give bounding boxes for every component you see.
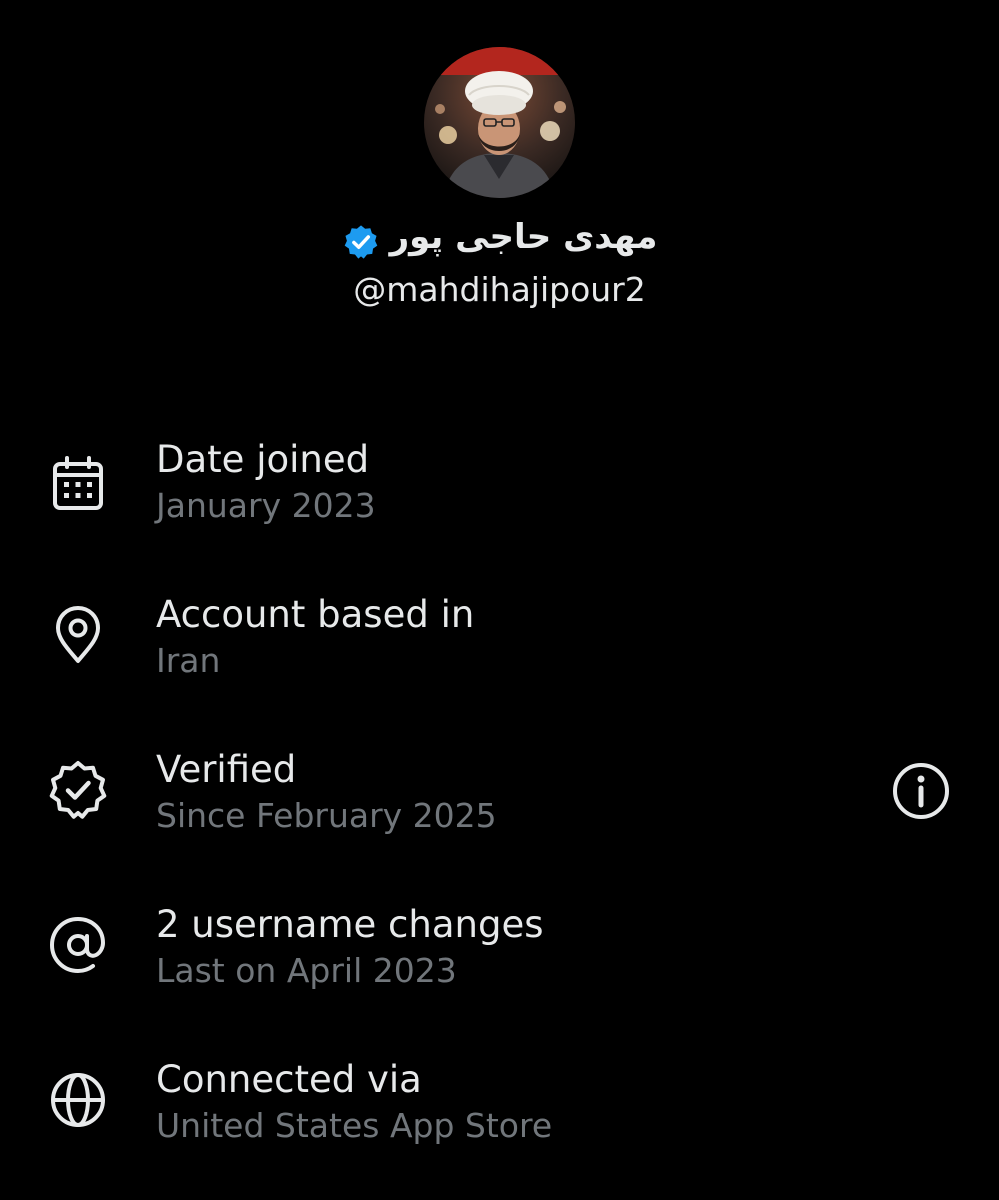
info-icon[interactable] [890,760,952,822]
name-row: مهدی حاجی پور [0,212,999,262]
info-subtitle: United States App Store [156,1106,553,1145]
info-subtitle: Since February 2025 [156,796,497,835]
profile-header: مهدی حاجی پور @mahdihajipour2 [0,0,999,330]
info-row-connected-via: Connected via United States App Store [0,1058,999,1168]
info-row-date-joined: Date joined January 2023 [0,438,999,548]
info-row-verified: Verified Since February 2025 [0,748,999,858]
info-title: Date joined [156,438,370,481]
display-name: مهدی حاجی پور [389,217,658,257]
info-title: Account based in [156,593,475,636]
username-handle: @mahdihajipour2 [353,270,646,309]
info-row-account-based-in: Account based in Iran [0,593,999,703]
info-title: Connected via [156,1058,422,1101]
calendar-icon [46,451,110,515]
info-row-username-changes: 2 username changes Last on April 2023 [0,903,999,1013]
info-title: 2 username changes [156,903,544,946]
avatar[interactable] [424,47,575,198]
verified-outline-icon [46,758,110,822]
location-pin-icon [46,603,110,667]
info-subtitle: January 2023 [156,486,376,525]
info-subtitle: Last on April 2023 [156,951,457,990]
verified-badge-icon[interactable] [342,223,380,261]
info-subtitle: Iran [156,641,221,680]
at-sign-icon [46,913,110,977]
globe-icon [46,1068,110,1132]
profile-photo [424,47,575,198]
info-title: Verified [156,748,297,791]
